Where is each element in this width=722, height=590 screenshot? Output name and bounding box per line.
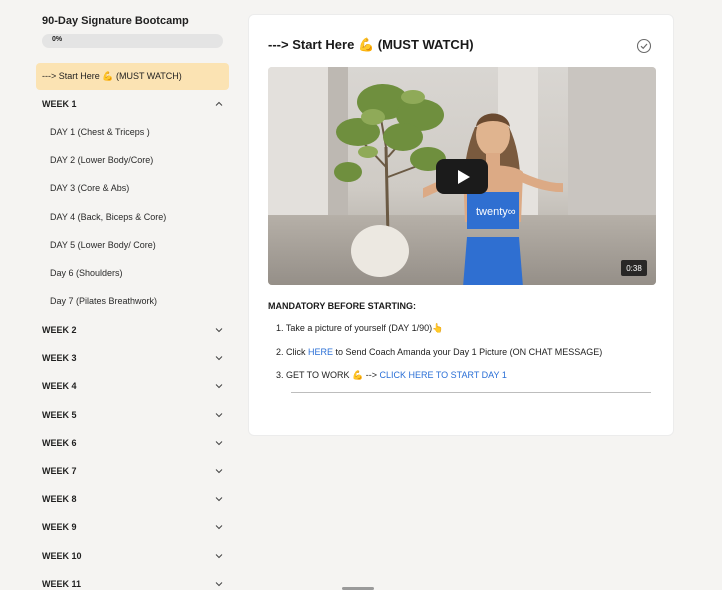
week-6-toggle[interactable]: WEEK 6 <box>42 435 223 451</box>
sidebar-item-day-5[interactable]: DAY 5 (Lower Body/ Core) <box>50 238 156 252</box>
step-3: 3. GET TO WORK 💪 --> CLICK HERE TO START… <box>276 370 507 381</box>
progress-label: 0% <box>52 36 63 43</box>
sidebar-item-day-4[interactable]: DAY 4 (Back, Biceps & Core) <box>50 210 166 224</box>
week-label: WEEK 9 <box>42 522 77 532</box>
step-2: 2. Click HERE to Send Coach Amanda your … <box>276 347 602 357</box>
week-8-toggle[interactable]: WEEK 8 <box>42 491 223 507</box>
chevron-down-icon <box>215 439 223 447</box>
course-title: 90-Day Signature Bootcamp <box>42 15 189 27</box>
week-label: WEEK 5 <box>42 410 77 420</box>
chevron-down-icon <box>215 382 223 390</box>
sidebar-item-day-7[interactable]: Day 7 (Pilates Breathwork) <box>50 294 157 308</box>
video-pot-graphic <box>351 225 409 277</box>
chevron-down-icon <box>215 580 223 588</box>
chevron-down-icon <box>215 326 223 334</box>
sidebar-item-day-1[interactable]: DAY 1 (Chest & Triceps ) <box>50 125 150 139</box>
mandatory-heading: MANDATORY BEFORE STARTING: <box>268 301 416 311</box>
week-7-toggle[interactable]: WEEK 7 <box>42 463 223 479</box>
week-label: WEEK 4 <box>42 381 77 391</box>
week-label: WEEK 6 <box>42 438 77 448</box>
start-day-1-link[interactable]: CLICK HERE TO START DAY 1 <box>379 370 506 380</box>
week-3-toggle[interactable]: WEEK 3 <box>42 350 223 366</box>
week-label: WEEK 11 <box>42 579 82 589</box>
week-label: WEEK 10 <box>42 551 82 561</box>
chevron-down-icon <box>215 495 223 503</box>
week-label: WEEK 3 <box>42 353 77 363</box>
sidebar-item-start-here[interactable]: ---> Start Here 💪 (MUST WATCH) <box>36 63 229 90</box>
step-1-text: 1. Take a picture of yourself (DAY 1/90)… <box>276 323 444 333</box>
week-label: WEEK 8 <box>42 494 77 504</box>
chevron-down-icon <box>215 354 223 362</box>
week-label: WEEK 1 <box>42 99 77 109</box>
sidebar-item-day-2[interactable]: DAY 2 (Lower Body/Core) <box>50 153 153 167</box>
lesson-card: ---> Start Here 💪 (MUST WATCH) twenty∞ 0… <box>248 14 674 436</box>
chevron-up-icon <box>215 100 223 108</box>
content-divider <box>291 392 651 393</box>
step-2-prefix: 2. Click <box>276 347 309 357</box>
week-11-toggle[interactable]: WEEK 11 <box>42 576 223 590</box>
course-sidebar: 90-Day Signature Bootcamp 0% ---> Start … <box>0 0 238 590</box>
lesson-title: ---> Start Here 💪 (MUST WATCH) <box>268 37 474 52</box>
week-2-toggle[interactable]: WEEK 2 <box>42 322 223 338</box>
step-2-suffix: to Send Coach Amanda your Day 1 Picture … <box>333 347 603 357</box>
chevron-down-icon <box>215 523 223 531</box>
shirt-text: twenty∞ <box>476 206 516 218</box>
chevron-down-icon <box>215 467 223 475</box>
chevron-down-icon <box>215 411 223 419</box>
week-4-toggle[interactable]: WEEK 4 <box>42 378 223 394</box>
lesson-video-player[interactable]: twenty∞ 0:38 <box>268 67 656 285</box>
video-duration-label: 0:38 <box>621 260 647 276</box>
sidebar-item-day-6[interactable]: Day 6 (Shoulders) <box>50 266 123 280</box>
play-icon <box>457 169 470 184</box>
sidebar-item-day-3[interactable]: DAY 3 (Core & Abs) <box>50 181 129 195</box>
week-5-toggle[interactable]: WEEK 5 <box>42 407 223 423</box>
play-button[interactable] <box>436 159 488 194</box>
course-progress-bar: 0% <box>42 34 223 48</box>
week-9-toggle[interactable]: WEEK 9 <box>42 519 223 535</box>
chevron-down-icon <box>215 552 223 560</box>
step-3-prefix: 3. GET TO WORK 💪 --> <box>276 370 380 380</box>
week-1-toggle[interactable]: WEEK 1 <box>42 96 223 112</box>
complete-check-icon[interactable] <box>636 38 652 54</box>
send-picture-link[interactable]: HERE <box>308 347 333 357</box>
week-label: WEEK 7 <box>42 466 77 476</box>
week-label: WEEK 2 <box>42 325 77 335</box>
week-10-toggle[interactable]: WEEK 10 <box>42 548 223 564</box>
